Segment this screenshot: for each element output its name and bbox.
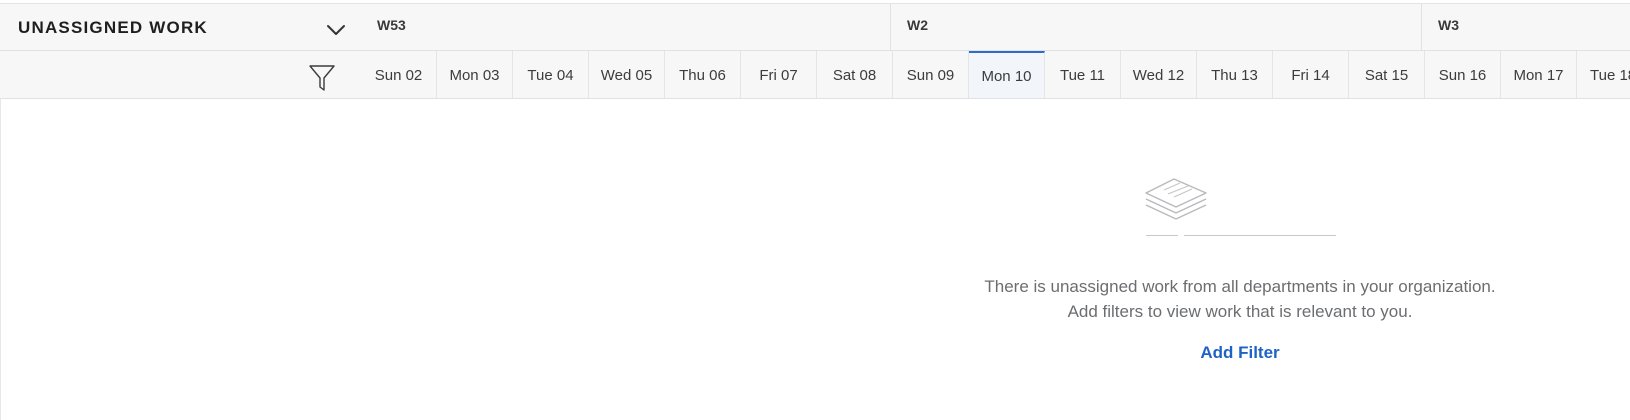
week-column-w3: W3 bbox=[1422, 4, 1630, 51]
days-row: Sun 02 Mon 03 Tue 04 Wed 05 Thu 06 Fri 0… bbox=[361, 51, 1630, 99]
day-column: Sun 16 bbox=[1425, 51, 1501, 98]
divider bbox=[1184, 235, 1336, 236]
day-column: Sat 15 bbox=[1349, 51, 1425, 98]
day-column: Fri 07 bbox=[741, 51, 817, 98]
panel-title: UNASSIGNED WORK bbox=[18, 18, 208, 37]
day-column: Tue 04 bbox=[513, 51, 589, 98]
day-column: Wed 12 bbox=[1121, 51, 1197, 98]
day-column-today: Mon 10 bbox=[969, 51, 1045, 98]
chevron-down-icon[interactable] bbox=[325, 22, 347, 38]
empty-state-message: There is unassigned work from all depart… bbox=[940, 274, 1540, 324]
day-column: Thu 13 bbox=[1197, 51, 1273, 98]
stacked-papers-icon bbox=[1145, 178, 1207, 220]
unassigned-work-panel-header: UNASSIGNED WORK bbox=[0, 4, 361, 99]
weeks-row: W53 W2 W3 bbox=[361, 4, 1630, 51]
day-column: Tue 11 bbox=[1045, 51, 1121, 98]
filter-row bbox=[0, 51, 361, 99]
week-column-w53: W53 bbox=[361, 4, 891, 51]
week-label: W3 bbox=[1438, 17, 1459, 33]
day-column: Sun 02 bbox=[361, 51, 437, 98]
week-label: W53 bbox=[377, 17, 406, 33]
day-column: Wed 05 bbox=[589, 51, 665, 98]
day-column: Tue 18 bbox=[1590, 66, 1630, 84]
day-column: Sat 08 bbox=[817, 51, 893, 98]
unassigned-work-dropdown[interactable]: UNASSIGNED WORK bbox=[0, 4, 361, 51]
timeline-header: UNASSIGNED WORK W53 W2 W3 Sun 02 Mon 03 … bbox=[0, 3, 1630, 99]
funnel-icon[interactable] bbox=[308, 63, 336, 93]
add-filter-link[interactable]: Add Filter bbox=[940, 343, 1540, 363]
week-label: W2 bbox=[907, 17, 928, 33]
day-column: Thu 06 bbox=[665, 51, 741, 98]
day-column: Fri 14 bbox=[1273, 51, 1349, 98]
day-column: Mon 03 bbox=[437, 51, 513, 98]
panel-border bbox=[0, 98, 1, 420]
week-column-w2: W2 bbox=[891, 4, 1422, 51]
empty-state-line: There is unassigned work from all depart… bbox=[984, 277, 1496, 296]
empty-state-line: Add filters to view work that is relevan… bbox=[1067, 302, 1413, 321]
day-column: Sun 09 bbox=[893, 51, 969, 98]
divider bbox=[1146, 235, 1178, 236]
day-column: Mon 17 bbox=[1501, 51, 1577, 98]
